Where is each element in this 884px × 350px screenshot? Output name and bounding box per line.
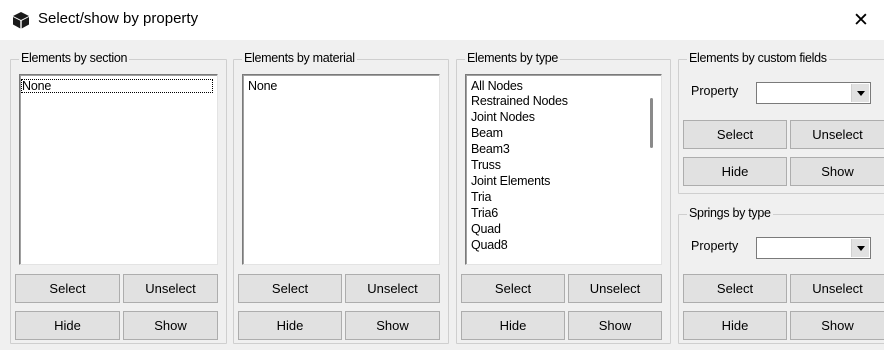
section-unselect-button[interactable]: Unselect	[123, 274, 218, 303]
section-listbox[interactable]: None	[19, 74, 218, 265]
close-button[interactable]: ✕	[838, 0, 884, 40]
type-hide-button[interactable]: Hide	[461, 311, 565, 340]
type-legend: Elements by type	[465, 51, 561, 65]
type-group: Elements by type All Nodes Restrained No…	[456, 51, 671, 344]
property-dropdown[interactable]	[756, 82, 871, 104]
custom-fields-group: Elements by custom fields Property Selec…	[678, 51, 884, 194]
type-list-scrollbar[interactable]	[644, 76, 660, 263]
list-item[interactable]: Joint Nodes	[471, 111, 535, 124]
material-select-button[interactable]: Select	[238, 274, 342, 303]
material-legend: Elements by material	[242, 51, 357, 65]
type-select-button[interactable]: Select	[461, 274, 565, 303]
property-dropdown[interactable]	[756, 237, 871, 259]
list-item[interactable]: Quad8	[471, 239, 508, 252]
list-item[interactable]: Restrained Nodes	[471, 95, 568, 108]
material-unselect-button[interactable]: Unselect	[345, 274, 440, 303]
list-item[interactable]: Quad	[471, 223, 501, 236]
section-show-button[interactable]: Show	[123, 311, 218, 340]
list-item[interactable]: Tria6	[471, 207, 498, 220]
list-item[interactable]: Beam3	[471, 143, 510, 156]
material-listbox[interactable]: None	[242, 74, 440, 265]
type-unselect-button[interactable]: Unselect	[568, 274, 662, 303]
list-item[interactable]: All Nodes	[471, 80, 523, 93]
springs-hide-button[interactable]: Hide	[683, 311, 787, 340]
title-bar: Select/show by property ✕	[0, 0, 884, 40]
custom-hide-button[interactable]: Hide	[683, 157, 787, 186]
section-group: Elements by section None Select Unselect…	[10, 51, 227, 344]
material-group: Elements by material None Select Unselec…	[233, 51, 449, 344]
section-legend: Elements by section	[19, 51, 130, 65]
close-icon: ✕	[853, 9, 869, 31]
list-item[interactable]: Truss	[471, 159, 501, 172]
chevron-down-icon[interactable]	[851, 239, 869, 257]
springs-group: Springs by type Property Select Unselect…	[678, 206, 884, 344]
section-hide-button[interactable]: Hide	[15, 311, 120, 340]
springs-show-button[interactable]: Show	[790, 311, 884, 340]
property-label: Property	[691, 84, 739, 98]
cube-icon	[13, 12, 29, 29]
springs-legend: Springs by type	[687, 206, 773, 220]
type-show-button[interactable]: Show	[568, 311, 662, 340]
list-item[interactable]: None	[21, 79, 213, 93]
custom-show-button[interactable]: Show	[790, 157, 884, 186]
custom-select-button[interactable]: Select	[683, 120, 787, 149]
list-item[interactable]: Joint Elements	[471, 175, 550, 188]
scrollbar-thumb[interactable]	[650, 98, 653, 148]
springs-select-button[interactable]: Select	[683, 274, 787, 303]
list-item[interactable]: Beam	[471, 127, 503, 140]
list-item[interactable]: Tria	[471, 191, 491, 204]
chevron-down-icon[interactable]	[851, 84, 869, 102]
springs-unselect-button[interactable]: Unselect	[790, 274, 884, 303]
material-hide-button[interactable]: Hide	[238, 311, 342, 340]
custom-fields-legend: Elements by custom fields	[687, 51, 829, 65]
type-listbox[interactable]: All Nodes Restrained Nodes Joint Nodes B…	[465, 74, 662, 265]
material-show-button[interactable]: Show	[345, 311, 440, 340]
section-select-button[interactable]: Select	[15, 274, 120, 303]
custom-unselect-button[interactable]: Unselect	[790, 120, 884, 149]
window-title: Select/show by property	[38, 10, 199, 27]
list-item[interactable]: None	[248, 80, 277, 93]
property-label: Property	[691, 239, 739, 253]
